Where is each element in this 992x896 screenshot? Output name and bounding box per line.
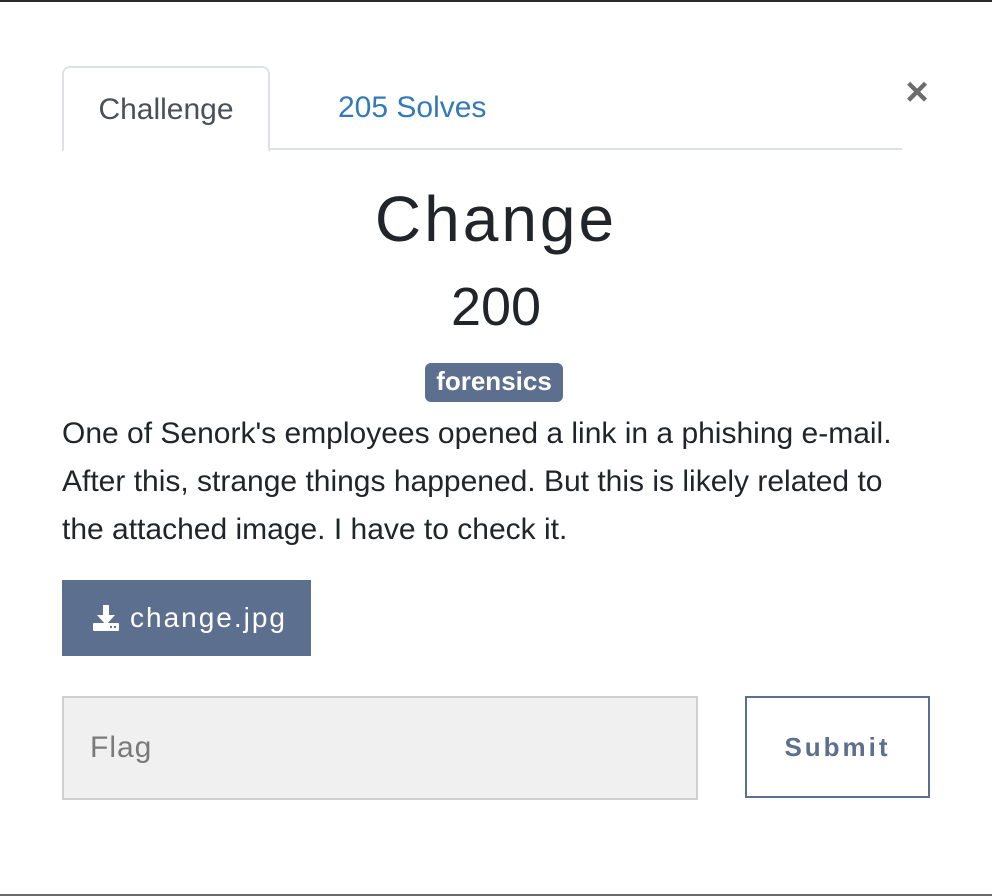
modal-tabs: Challenge 205 Solves	[62, 66, 902, 152]
tag-container: forensics	[62, 363, 930, 402]
challenge-modal: Challenge 205 Solves × Change 200 forens…	[62, 66, 930, 800]
category-tag: forensics	[425, 363, 563, 402]
flag-input[interactable]	[62, 696, 698, 800]
challenge-points: 200	[450, 277, 542, 337]
tab-challenge[interactable]: Challenge	[62, 66, 270, 152]
close-icon[interactable]: ×	[900, 72, 934, 112]
challenge-title: Change	[374, 183, 618, 255]
download-file-button[interactable]: change.jpg	[62, 580, 311, 656]
tab-solves[interactable]: 205 Solves	[304, 66, 520, 150]
top-edge-divider	[0, 0, 992, 2]
submit-button[interactable]: Submit	[745, 696, 930, 798]
download-icon	[93, 605, 119, 631]
challenge-description: One of Senork's employees opened a link …	[62, 417, 892, 546]
download-file-label: change.jpg	[130, 602, 288, 633]
